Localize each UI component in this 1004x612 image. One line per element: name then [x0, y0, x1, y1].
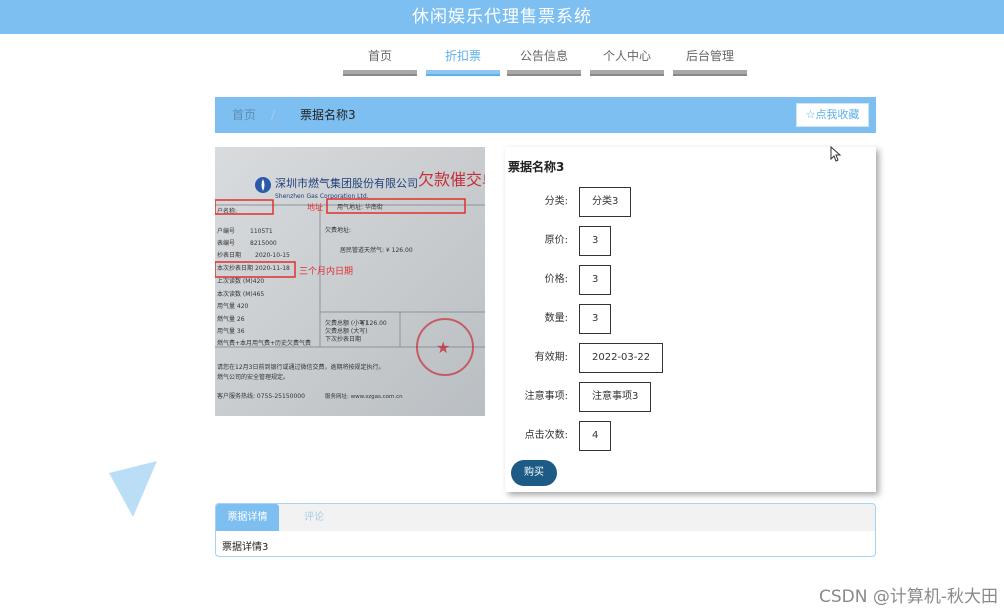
breadcrumb-home-link[interactable]: 首页 — [232, 97, 256, 133]
nav-item-announcements[interactable]: 公告信息 — [507, 46, 581, 76]
detail-tabs: 票据详情 评论 票据详情3 — [215, 503, 876, 557]
field-value: 2022-03-22 — [579, 343, 664, 373]
ticket-image: 深圳市燃气集团股份有限公司 Shenzhen Gas Corporation L… — [215, 147, 485, 416]
breadcrumb: 首页 / 票据名称3 ☆点我收藏 — [215, 97, 876, 133]
svg-text:★: ★ — [436, 338, 450, 357]
svg-text:表编号: 表编号 — [217, 239, 235, 247]
nav-item-admin[interactable]: 后台管理 — [673, 46, 747, 76]
field-label: 价格: — [544, 274, 568, 285]
field-label: 分类: — [544, 196, 568, 207]
favorite-button[interactable]: ☆点我收藏 — [796, 103, 869, 127]
field-value: 4 — [579, 421, 612, 451]
nav-underline — [426, 70, 500, 76]
field-label: 原价: — [544, 235, 568, 246]
svg-text:请您在12月3日前到银行或通过微信交费，逾期将按规定执行。: 请您在12月3日前到银行或通过微信交费，逾期将按规定执行。 — [217, 363, 384, 371]
ticket-title: 票据名称3 — [508, 160, 565, 174]
nav-underline — [343, 70, 417, 76]
svg-text:地址: 地址 — [307, 202, 323, 212]
app-title: 休闲娱乐代理售票系统 — [412, 7, 592, 27]
svg-text:本次抄表日期: 本次抄表日期 — [217, 264, 253, 272]
breadcrumb-current: 票据名称3 — [300, 108, 356, 122]
nav-underline — [590, 70, 664, 76]
ticket-image-drawing: 深圳市燃气集团股份有限公司 Shenzhen Gas Corporation L… — [215, 147, 485, 416]
favorite-label: 点我收藏 — [815, 108, 860, 121]
nav-item-label: 个人中心 — [602, 49, 651, 63]
watermark: CSDN @计算机-秋大田 — [818, 587, 998, 607]
nav-item-label: 首页 — [367, 49, 392, 63]
field-value: 3 — [579, 265, 612, 295]
decorative-triangle-icon — [109, 461, 157, 517]
svg-text:客户服务热线: 0755-25150000: 客户服务热线: 0755-25150000 — [217, 392, 305, 400]
svg-text:上次读数 (M)420: 上次读数 (M)420 — [217, 277, 264, 285]
svg-text:三个月内日期: 三个月内日期 — [299, 265, 353, 277]
tab-comments[interactable]: 评论 — [294, 504, 334, 531]
buy-button[interactable]: 购买 — [511, 460, 557, 486]
star-outline-icon: ☆ — [805, 108, 816, 121]
breadcrumb-separator: / — [271, 108, 276, 122]
nav-item-label: 折扣票 — [444, 49, 481, 63]
field-value: 3 — [579, 304, 612, 334]
svg-text:抄表日期: 抄表日期 — [217, 251, 241, 259]
nav-item-discount-tickets[interactable]: 折扣票 — [426, 46, 500, 76]
field-value: 注意事项3 — [579, 382, 652, 412]
svg-text:燃气量 26: 燃气量 26 — [217, 315, 245, 323]
svg-text:服务网址: www.szgas.com.cn: 服务网址: www.szgas.com.cn — [325, 392, 403, 400]
svg-text:欠费地址:: 欠费地址: — [325, 226, 351, 234]
app-header: 休闲娱乐代理售票系统 — [0, 0, 1004, 34]
svg-text:1105T1: 1105T1 — [250, 228, 273, 235]
nav-item-personal-center[interactable]: 个人中心 — [590, 46, 664, 76]
svg-text:2020-10-15: 2020-10-15 — [255, 252, 290, 259]
svg-text:8215000: 8215000 — [250, 240, 277, 247]
ticket-detail-card: 票据名称3 分类: 分类3 原价: 3 价格: 3 数量: 3 有效期: 202… — [505, 147, 876, 492]
mouse-cursor-icon — [830, 146, 842, 162]
field-value: 分类3 — [579, 187, 632, 217]
field-label: 有效期: — [534, 352, 568, 363]
nav-item-label: 公告信息 — [519, 49, 568, 63]
svg-text:2020-11-18: 2020-11-18 — [255, 265, 290, 272]
main-nav: 首页 折扣票 公告信息 个人中心 后台管理 — [0, 46, 1004, 76]
svg-text:深圳市燃气集团股份有限公司: 深圳市燃气集团股份有限公司 — [275, 176, 418, 190]
svg-text:下次抄表日期: 下次抄表日期 — [325, 335, 361, 343]
nav-underline — [673, 70, 747, 76]
field-label: 点击次数: — [524, 430, 568, 441]
svg-text:¥ 126.00: ¥ 126.00 — [360, 320, 387, 327]
nav-underline — [507, 70, 581, 76]
tabs-header: 票据详情 评论 — [216, 504, 875, 531]
svg-text:户编号: 户编号 — [217, 227, 235, 235]
nav-item-label: 后台管理 — [685, 49, 734, 63]
tab-ticket-details[interactable]: 票据详情 — [216, 504, 279, 531]
svg-text:用气量 36: 用气量 36 — [217, 327, 245, 335]
field-value: 3 — [579, 226, 612, 256]
svg-text:居民管道天然气: ¥ 126.00: 居民管道天然气: ¥ 126.00 — [340, 246, 413, 254]
svg-text:欠费总额 (大写): 欠费总额 (大写) — [325, 327, 368, 335]
svg-text:用气量 420: 用气量 420 — [217, 302, 249, 310]
field-label: 数量: — [544, 313, 568, 324]
svg-text:用气地址: 华南街: 用气地址: 华南街 — [337, 203, 383, 211]
svg-text:本次读数 (M)465: 本次读数 (M)465 — [217, 290, 264, 298]
svg-text:欠款催交单: 欠款催交单 — [418, 170, 485, 189]
svg-text:燃气费+本月用气费+历史欠费气费: 燃气费+本月用气费+历史欠费气费 — [217, 339, 311, 347]
svg-text:燃气公司的安全管理规定。: 燃气公司的安全管理规定。 — [217, 373, 289, 381]
tab-content: 票据详情3 — [222, 542, 269, 553]
field-label: 注意事项: — [524, 391, 568, 402]
nav-item-home[interactable]: 首页 — [343, 46, 417, 76]
